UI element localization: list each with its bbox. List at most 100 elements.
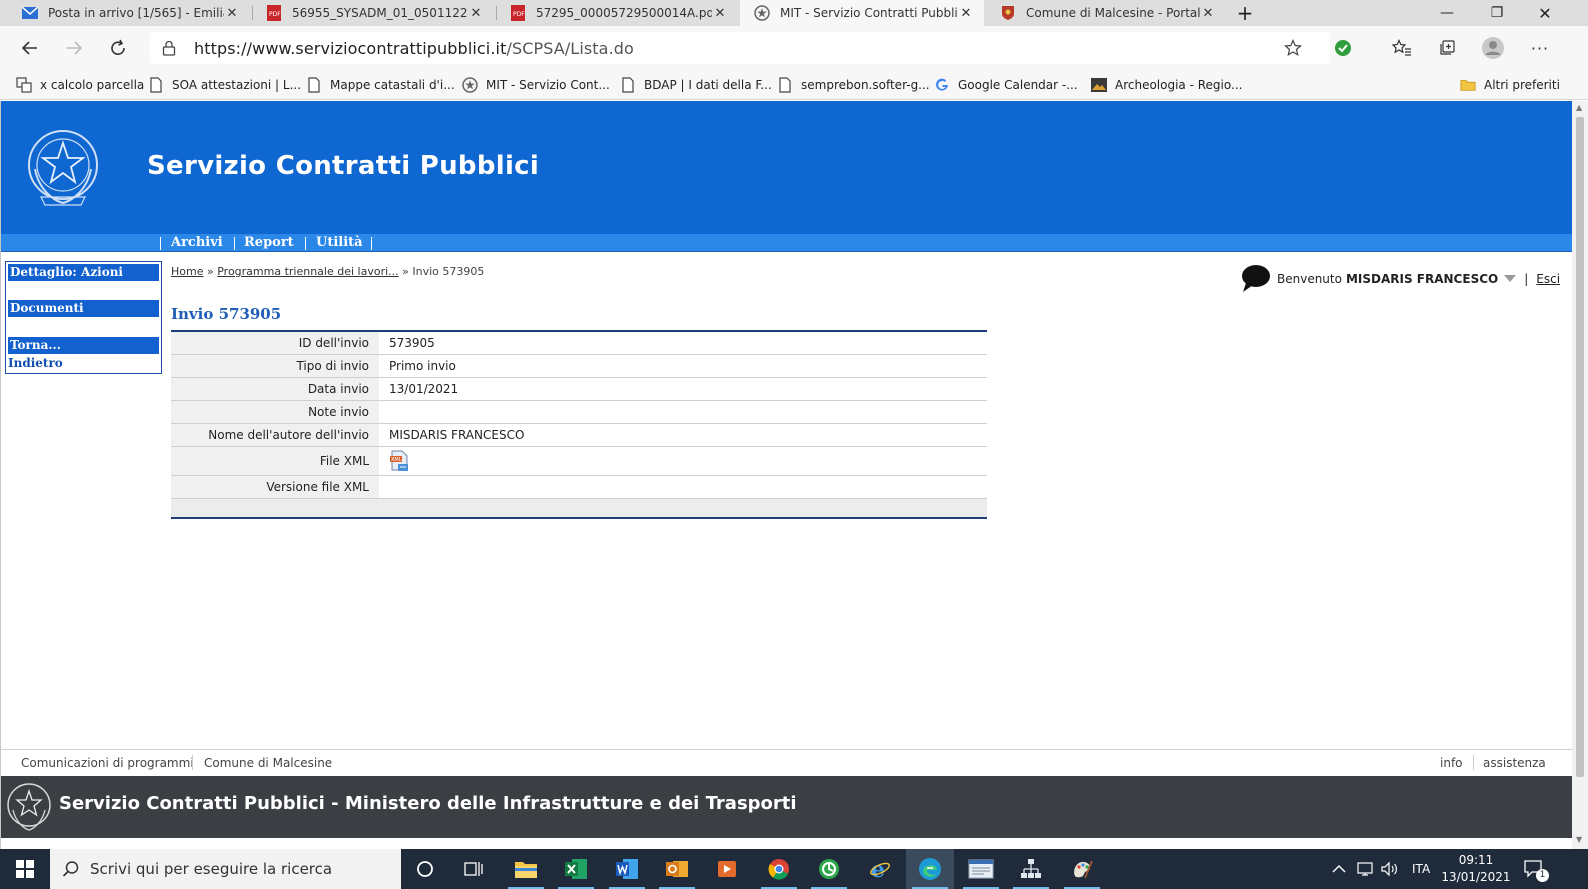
- profile-avatar[interactable]: [1479, 34, 1507, 62]
- new-tab-button[interactable]: +: [1230, 0, 1260, 26]
- scroll-up-icon[interactable]: ▲: [1576, 103, 1582, 112]
- tab-mit-active[interactable]: MIT - Servizio Contratti Pubblici ✕: [740, 0, 984, 26]
- cortana-icon[interactable]: [401, 849, 449, 889]
- sidebar-header-documents: Documenti: [8, 300, 159, 317]
- footer-link-assistenza[interactable]: assistenza: [1483, 756, 1546, 770]
- detail-row: Nome dell'autore dell'invio MISDARIS FRA…: [171, 424, 987, 447]
- collections-icon[interactable]: [1433, 34, 1461, 62]
- language-indicator[interactable]: ITA: [1412, 849, 1430, 889]
- tray-overflow-icon[interactable]: [1332, 849, 1346, 889]
- tab-label: Posta in arrivo [1/565] - Emiliano: [48, 6, 224, 20]
- menu-utilita[interactable]: Utilità: [316, 234, 363, 252]
- tab-label: Comune di Malcesine - Portale d: [1026, 6, 1200, 20]
- menu-report[interactable]: Report: [244, 234, 294, 252]
- minimize-button[interactable]: —: [1424, 0, 1470, 26]
- network-app-icon[interactable]: [1007, 849, 1055, 889]
- scroll-down-icon[interactable]: ▼: [1576, 835, 1582, 844]
- more-menu-icon[interactable]: ···: [1526, 34, 1554, 62]
- user-welcome: Benvenuto MISDARIS FRANCESCO | Esci: [1241, 264, 1560, 294]
- favorites-icon[interactable]: [1388, 34, 1416, 62]
- tab-mail[interactable]: Posta in arrivo [1/565] - Emiliano ✕: [8, 0, 250, 26]
- file-explorer-icon[interactable]: [502, 849, 550, 889]
- logout-link[interactable]: Esci: [1536, 272, 1560, 286]
- extension-check-icon[interactable]: [1329, 34, 1357, 62]
- clock[interactable]: 09:11 13/01/2021: [1440, 852, 1512, 886]
- tab-label: 57295_00005729500014A.pdf: [536, 6, 712, 20]
- sidebar-actions: Dettaglio: Azioni Documenti Torna... Ind…: [5, 261, 162, 374]
- close-window-button[interactable]: ✕: [1522, 0, 1568, 26]
- breadcrumb: Home » Programma triennale dei lavori...…: [171, 265, 485, 278]
- footer-link-comune[interactable]: Comune di Malcesine: [204, 756, 332, 770]
- bookmark-item[interactable]: MIT - Servizio Cont...: [462, 76, 610, 94]
- restore-button[interactable]: ❐: [1474, 0, 1520, 26]
- outlook-icon[interactable]: [653, 849, 701, 889]
- refresh-button[interactable]: [104, 34, 132, 62]
- bookmark-item[interactable]: Archeologia - Regio...: [1091, 76, 1242, 94]
- breadcrumb-current: Invio 573905: [412, 265, 485, 278]
- search-placeholder: Scrivi qui per eseguire la ricerca: [90, 860, 333, 878]
- breadcrumb-home[interactable]: Home: [171, 265, 203, 278]
- star-icon[interactable]: [1284, 39, 1302, 60]
- volume-icon[interactable]: [1381, 849, 1399, 889]
- close-icon[interactable]: ✕: [468, 6, 484, 21]
- browser-tab-bar: Posta in arrivo [1/565] - Emiliano ✕ PDF…: [0, 0, 1588, 26]
- back-button[interactable]: [16, 34, 44, 62]
- tab-malcesine[interactable]: Comune di Malcesine - Portale d ✕: [986, 0, 1226, 26]
- close-icon[interactable]: ✕: [712, 6, 728, 21]
- mail-icon: [22, 5, 38, 21]
- user-name[interactable]: MISDARIS FRANCESCO: [1346, 272, 1498, 286]
- sidebar-link-indietro[interactable]: Indietro: [8, 356, 63, 370]
- bookmark-item[interactable]: Mappe catastali d'i...: [306, 76, 455, 94]
- main-menu: Archivi Report Utilità: [1, 234, 1572, 252]
- image-icon: [1091, 77, 1107, 93]
- svg-text:XML: XML: [391, 457, 402, 463]
- taskbar-search[interactable]: Scrivi qui per eseguire la ricerca: [50, 849, 401, 889]
- address-bar[interactable]: https://www.serviziocontrattipubblici.it…: [150, 32, 1330, 64]
- tab-label: 56955_SYSADM_01_05011220.PDF: [292, 6, 468, 20]
- bookmark-item[interactable]: semprebon.softer-g...: [777, 76, 930, 94]
- tab-pdf-2[interactable]: PDF 57295_00005729500014A.pdf ✕: [496, 0, 738, 26]
- page-icon: [306, 77, 322, 93]
- app-green-icon[interactable]: [805, 849, 853, 889]
- footer-link-info[interactable]: info: [1440, 756, 1463, 770]
- site-title: Servizio Contratti Pubblici: [147, 151, 540, 181]
- sidebar-header-back[interactable]: Torna...: [8, 337, 159, 354]
- dropdown-arrow-icon[interactable]: [1504, 272, 1517, 286]
- task-view-icon[interactable]: [450, 849, 498, 889]
- paint-app-icon[interactable]: [1058, 849, 1106, 889]
- notifications-icon[interactable]: 1: [1524, 849, 1549, 889]
- web-page: Servizio Contratti Pubblici Archivi Repo…: [0, 101, 1572, 849]
- bookmark-item[interactable]: BDAP | I dati della F...: [620, 76, 772, 94]
- bookmark-item[interactable]: SOA attestazioni | L...: [148, 76, 301, 94]
- footer-link-comunicazioni[interactable]: Comunicazioni di programmi: [21, 756, 194, 770]
- lock-icon: [162, 40, 176, 59]
- detail-row: Versione file XML: [171, 476, 987, 499]
- bookmark-item[interactable]: x calcolo parcella: [16, 76, 144, 94]
- other-favorites[interactable]: Altri preferiti: [1460, 76, 1560, 94]
- close-icon[interactable]: ✕: [1200, 6, 1216, 21]
- excel-icon[interactable]: [552, 849, 600, 889]
- app-window-icon[interactable]: [957, 849, 1005, 889]
- word-icon[interactable]: [603, 849, 651, 889]
- scrollbar-thumb[interactable]: [1576, 117, 1584, 777]
- bookmark-item[interactable]: Google Calendar -...: [934, 76, 1078, 94]
- tab-pdf-1[interactable]: PDF 56955_SYSADM_01_05011220.PDF ✕: [252, 0, 494, 26]
- site-emblem-icon: [462, 77, 478, 93]
- edge-icon[interactable]: [906, 849, 954, 889]
- forward-button[interactable]: [60, 34, 88, 62]
- page-scrollbar[interactable]: ▲ ▼: [1572, 101, 1588, 849]
- network-icon[interactable]: [1357, 849, 1375, 889]
- detail-row: ID dell'invio 573905: [171, 332, 987, 355]
- footer-title: Servizio Contratti Pubblici - Ministero …: [59, 793, 797, 814]
- site-emblem-icon: [754, 5, 770, 21]
- windows-start-button[interactable]: [0, 849, 50, 889]
- close-icon[interactable]: ✕: [224, 6, 240, 21]
- media-player-icon[interactable]: [703, 849, 751, 889]
- close-icon[interactable]: ✕: [958, 6, 974, 21]
- breadcrumb-program[interactable]: Programma triennale dei lavori...: [217, 265, 398, 278]
- windows-taskbar: Scrivi qui per eseguire la ricerca e ITA…: [0, 849, 1588, 889]
- svg-text:PDF: PDF: [513, 11, 525, 18]
- internet-explorer-icon[interactable]: e: [856, 849, 904, 889]
- chrome-icon[interactable]: [755, 849, 803, 889]
- menu-archivi[interactable]: Archivi: [171, 234, 223, 252]
